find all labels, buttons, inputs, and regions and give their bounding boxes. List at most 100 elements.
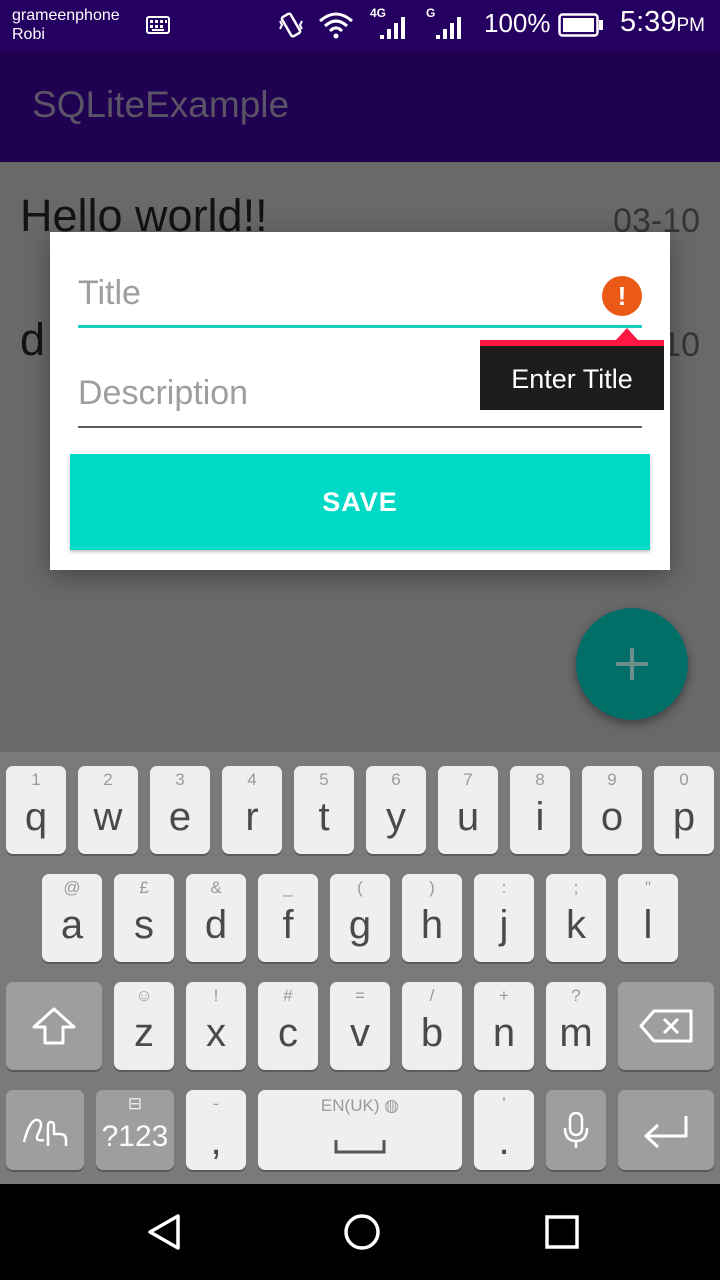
backspace-key[interactable] — [618, 982, 714, 1070]
key-hint: £ — [139, 878, 149, 897]
key-hint: # — [283, 986, 293, 1005]
key-o[interactable]: 9o — [582, 766, 642, 854]
key-h[interactable]: ) h — [402, 874, 462, 962]
space-bar-icon — [258, 1106, 462, 1186]
key-g[interactable]: (g — [330, 874, 390, 962]
backspace-icon — [618, 982, 714, 1070]
key-p[interactable]: 0p — [654, 766, 714, 854]
clock-time: 5:39 — [620, 6, 677, 38]
signal-icon: G — [426, 0, 466, 50]
voice-input-key[interactable] — [546, 1090, 606, 1170]
key-c[interactable]: # c — [258, 982, 318, 1070]
key-period[interactable]: '. — [474, 1090, 534, 1170]
carrier-names: grameenphone Robi — [12, 6, 120, 44]
key-label: x — [206, 1011, 226, 1055]
vibrate-icon — [278, 0, 304, 50]
error-message: Enter Title — [511, 364, 633, 394]
key-e[interactable]: 3e — [150, 766, 210, 854]
key-k[interactable]: ; k — [546, 874, 606, 962]
status-bar: grameenphone Robi 4G G 100% 5:39PM — [0, 0, 720, 50]
key-label: y — [386, 795, 406, 839]
key-hint: ☺ — [135, 986, 153, 1005]
symbols-key[interactable]: ⊟ ?123 — [96, 1090, 174, 1170]
key-hint: 0 — [679, 770, 689, 789]
key-label: u — [456, 795, 480, 839]
key-a[interactable]: @ a — [42, 874, 102, 962]
navigation-bar — [0, 1184, 720, 1280]
key-r[interactable]: 4r — [222, 766, 282, 854]
key-comma[interactable]: -, — [186, 1090, 246, 1170]
key-b[interactable]: / b — [402, 982, 462, 1070]
key-y[interactable]: 6y — [366, 766, 426, 854]
key-hint: & — [210, 878, 222, 897]
key-f[interactable]: _ f — [258, 874, 318, 962]
app-title: SQLiteExample — [32, 84, 290, 125]
key-j[interactable]: :j — [474, 874, 534, 962]
key-hint: 3 — [175, 770, 185, 789]
app-bar: SQLiteExample — [0, 50, 720, 162]
signal-icon: 4G — [370, 0, 410, 50]
key-s[interactable]: £ s — [114, 874, 174, 962]
key-label: d — [204, 903, 228, 947]
key-label: v — [350, 1011, 370, 1055]
key-label: b — [420, 1011, 444, 1055]
wifi-icon — [318, 0, 354, 50]
key-label: f — [282, 903, 294, 947]
save-button[interactable]: SAVE — [70, 454, 650, 550]
key-hint: " — [644, 878, 652, 897]
key-label: t — [318, 795, 330, 839]
key-hint: ; — [573, 878, 579, 897]
key-n[interactable]: + n — [474, 982, 534, 1070]
error-tooltip: Enter Title — [480, 328, 664, 410]
key-label: r — [245, 795, 259, 839]
swipe-hand-icon — [6, 1090, 84, 1170]
key-label: n — [492, 1011, 516, 1055]
key-label: p — [672, 795, 696, 839]
key-q[interactable]: 1q — [6, 766, 66, 854]
title-placeholder: Title — [78, 274, 141, 312]
key-x[interactable]: ! x — [186, 982, 246, 1070]
battery-icon — [558, 0, 604, 50]
note-title: d — [20, 314, 46, 365]
add-note-button[interactable] — [576, 608, 688, 720]
key-l[interactable]: " l — [618, 874, 678, 962]
key-hint: 8 — [535, 770, 545, 789]
key-z[interactable]: ☺ z — [114, 982, 174, 1070]
key-label: i — [535, 795, 545, 839]
key-m[interactable]: ? m — [546, 982, 606, 1070]
title-field[interactable]: Title — [78, 262, 642, 328]
key-label: j — [499, 903, 509, 947]
key-i[interactable]: 8i — [510, 766, 570, 854]
key-label: w — [93, 795, 123, 839]
key-label: a — [60, 903, 84, 947]
key-hint: ? — [571, 986, 581, 1005]
key-label: e — [168, 795, 192, 839]
key-v[interactable]: = v — [330, 982, 390, 1070]
recents-button[interactable] — [542, 1212, 582, 1252]
key-d[interactable]: & d — [186, 874, 246, 962]
keyboard-icon — [146, 0, 170, 50]
swipe-gesture-key[interactable] — [6, 1090, 84, 1170]
error-icon: ! — [602, 276, 642, 316]
enter-key[interactable] — [618, 1090, 714, 1170]
key-u[interactable]: 7u — [438, 766, 498, 854]
key-hint: _ — [283, 878, 293, 897]
key-label: k — [566, 903, 586, 947]
key-hint: 9 — [607, 770, 617, 789]
key-hint: ! — [213, 986, 219, 1005]
back-button[interactable] — [144, 1212, 184, 1252]
key-w[interactable]: 2w — [78, 766, 138, 854]
key-hint: + — [499, 986, 509, 1005]
key-hint: 2 — [103, 770, 113, 789]
tooltip-accent-bar — [480, 340, 664, 346]
key-hint: @ — [63, 878, 81, 897]
key-label: h — [420, 903, 444, 947]
space-key[interactable]: EN(UK) ◍ — [258, 1090, 462, 1170]
home-button[interactable] — [342, 1212, 382, 1252]
clipboard-icon: ⊟ — [127, 1094, 143, 1113]
key-t[interactable]: 5t — [294, 766, 354, 854]
shift-key[interactable] — [6, 982, 102, 1070]
key-hint: ' — [502, 1094, 506, 1113]
key-label: l — [643, 903, 653, 947]
key-label: , — [210, 1119, 222, 1163]
